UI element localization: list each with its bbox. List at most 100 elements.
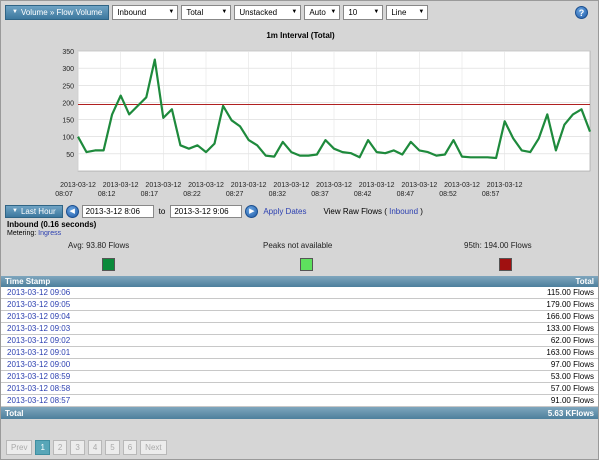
x-tick-time: 08:27 [226,191,244,198]
page-button-6[interactable]: 6 [122,440,138,455]
total-value: 115.00 Flows [547,288,594,297]
view-raw-prefix: View Raw Flows ( [323,206,387,216]
metering-line: Metering: Ingress [7,230,96,237]
x-tick-date: 2013-03-12 [188,182,224,189]
total-value: 57.00 Flows [550,384,594,393]
page-button-4[interactable]: 4 [87,440,103,455]
x-tick-date: 2013-03-12 [401,182,437,189]
timestamp-link[interactable]: 2013-03-12 08:59 [7,372,70,381]
date-range-row: ▼ Last Hour ◀ 2013-3-12 8:06 to 2013-3-1… [5,204,423,218]
pagination: Prev 1 2 3 4 5 6 Next [6,440,167,455]
x-tick-time: 08:22 [183,191,201,198]
footer-label: Total [5,408,24,418]
timestamp-link[interactable]: 2013-03-12 09:02 [7,336,70,345]
flow-volume-window: ▼ Volume » Flow Volume Inbound ▼ Total ▼ Uns… [0,0,599,460]
table-row: 2013-03-12 09:00 97.00 Flows [1,359,598,371]
p95-color-swatch[interactable] [499,258,512,271]
start-date-input[interactable]: 2013-3-12 8:06 [81,204,154,218]
y-tick-label: 300 [62,66,74,73]
inbound-heading: Inbound (0.16 seconds) [7,220,97,229]
prev-page-button[interactable]: Prev [6,440,33,455]
table-row: 2013-03-12 09:04 166.00 Flows [1,311,598,323]
page-button-2[interactable]: 2 [52,440,68,455]
y-tick-label: 150 [62,118,74,125]
total-value: 179.00 Flows [546,300,594,309]
total-column-header[interactable]: Total [575,277,594,286]
p95-stat: 95th: 194.00 Flows [464,241,532,250]
y-tick-label: 350 [62,49,74,56]
next-page-button[interactable]: Next [140,440,167,455]
page-button-3[interactable]: 3 [70,440,85,455]
x-tick-date: 2013-03-12 [316,182,352,189]
timestamp-link[interactable]: 2013-03-12 08:58 [7,384,70,393]
x-tick-time: 08:57 [482,191,500,198]
table-header: Time Stamp Total [1,276,598,287]
total-value: 97.00 Flows [550,360,594,369]
table-row: 2013-03-12 08:58 57.00 Flows [1,383,598,395]
y-tick-label: 200 [62,100,74,107]
info-block: Inbound (0.16 seconds) Metering: Ingress [7,220,96,237]
peaks-stat: Peaks not available [263,241,333,250]
x-tick-time: 08:07 [55,191,73,198]
timestamp-link[interactable]: 2013-03-12 09:03 [7,324,70,333]
total-value: 163.00 Flows [546,348,594,357]
to-label: to [158,206,166,216]
x-tick-date: 2013-03-12 [60,182,96,189]
table-row: 2013-03-12 09:01 163.00 Flows [1,347,598,359]
x-tick-date: 2013-03-12 [359,182,395,189]
timestamp-link[interactable]: 2013-03-12 09:04 [7,312,70,321]
flow-table: Time Stamp Total 2013-03-12 09:06 115.00 … [1,276,598,419]
timestamp-link[interactable]: 2013-03-12 08:57 [7,396,70,405]
y-tick-label: 250 [62,83,74,90]
table-body: 2013-03-12 09:06 115.00 Flows 2013-03-12 0… [1,287,598,407]
flow-chart: 50 100 150 200 250 300 350 2013-03-12 08:07 2013-… [55,49,592,198]
y-tick-label: 50 [66,152,74,159]
apply-dates-link[interactable]: Apply Dates [263,207,306,216]
timestamp-link[interactable]: 2013-03-12 09:06 [7,288,70,297]
raw-inbound-link[interactable]: Inbound [389,207,418,216]
x-tick-time: 08:47 [397,191,415,198]
timestamp-link[interactable]: 2013-03-12 09:01 [7,348,70,357]
table-row: 2013-03-12 09:03 133.00 Flows [1,323,598,335]
timestamp-link[interactable]: 2013-03-12 09:05 [7,300,70,309]
page-button-5[interactable]: 5 [105,440,120,455]
metering-label: Metering: [7,230,37,237]
x-tick-date: 2013-03-12 [487,182,523,189]
avg-color-swatch[interactable] [102,258,115,271]
triangle-down-icon: ▼ [12,208,18,214]
x-tick-date: 2013-03-12 [444,182,480,189]
x-tick-time: 08:42 [354,191,372,198]
last-hour-label: Last Hour [20,206,56,216]
x-tick-time: 08:37 [311,191,329,198]
table-footer: Total 5.63 KFlows [1,407,598,419]
total-value: 53.00 Flows [550,372,594,381]
table-row: 2013-03-12 09:02 62.00 Flows [1,335,598,347]
x-tick-time: 08:32 [269,191,287,198]
x-tick-time: 08:12 [98,191,116,198]
next-arrow-icon[interactable]: ▶ [245,204,259,218]
total-value: 91.00 Flows [550,396,594,405]
metering-link[interactable]: Ingress [38,230,61,237]
end-date-input[interactable]: 2013-3-12 9:06 [170,204,243,218]
timestamp-link[interactable]: 2013-03-12 09:00 [7,360,70,369]
total-value: 166.00 Flows [546,312,594,321]
table-row: 2013-03-12 09:05 179.00 Flows [1,299,598,311]
x-tick-time: 08:17 [141,191,159,198]
peaks-color-swatch[interactable] [300,258,313,271]
total-value: 133.00 Flows [546,324,594,333]
page-button-1[interactable]: 1 [35,440,50,455]
footer-total: 5.63 KFlows [547,408,594,418]
x-tick-date: 2013-03-12 [145,182,181,189]
table-row: 2013-03-12 08:57 91.00 Flows [1,395,598,407]
x-tick-time: 08:52 [439,191,457,198]
view-raw-suffix: ) [420,206,423,216]
previous-arrow-icon[interactable]: ◀ [65,204,79,218]
timestamp-column-header[interactable]: Time Stamp [5,277,50,286]
view-raw-flows: View Raw Flows ( Inbound ) [323,207,422,216]
x-tick-date: 2013-03-12 [103,182,139,189]
avg-stat: Avg: 93.80 Flows [68,241,130,250]
table-row: 2013-03-12 09:06 115.00 Flows [1,287,598,299]
total-value: 62.00 Flows [550,336,594,345]
table-row: 2013-03-12 08:59 53.00 Flows [1,371,598,383]
last-hour-button[interactable]: ▼ Last Hour [5,204,63,218]
